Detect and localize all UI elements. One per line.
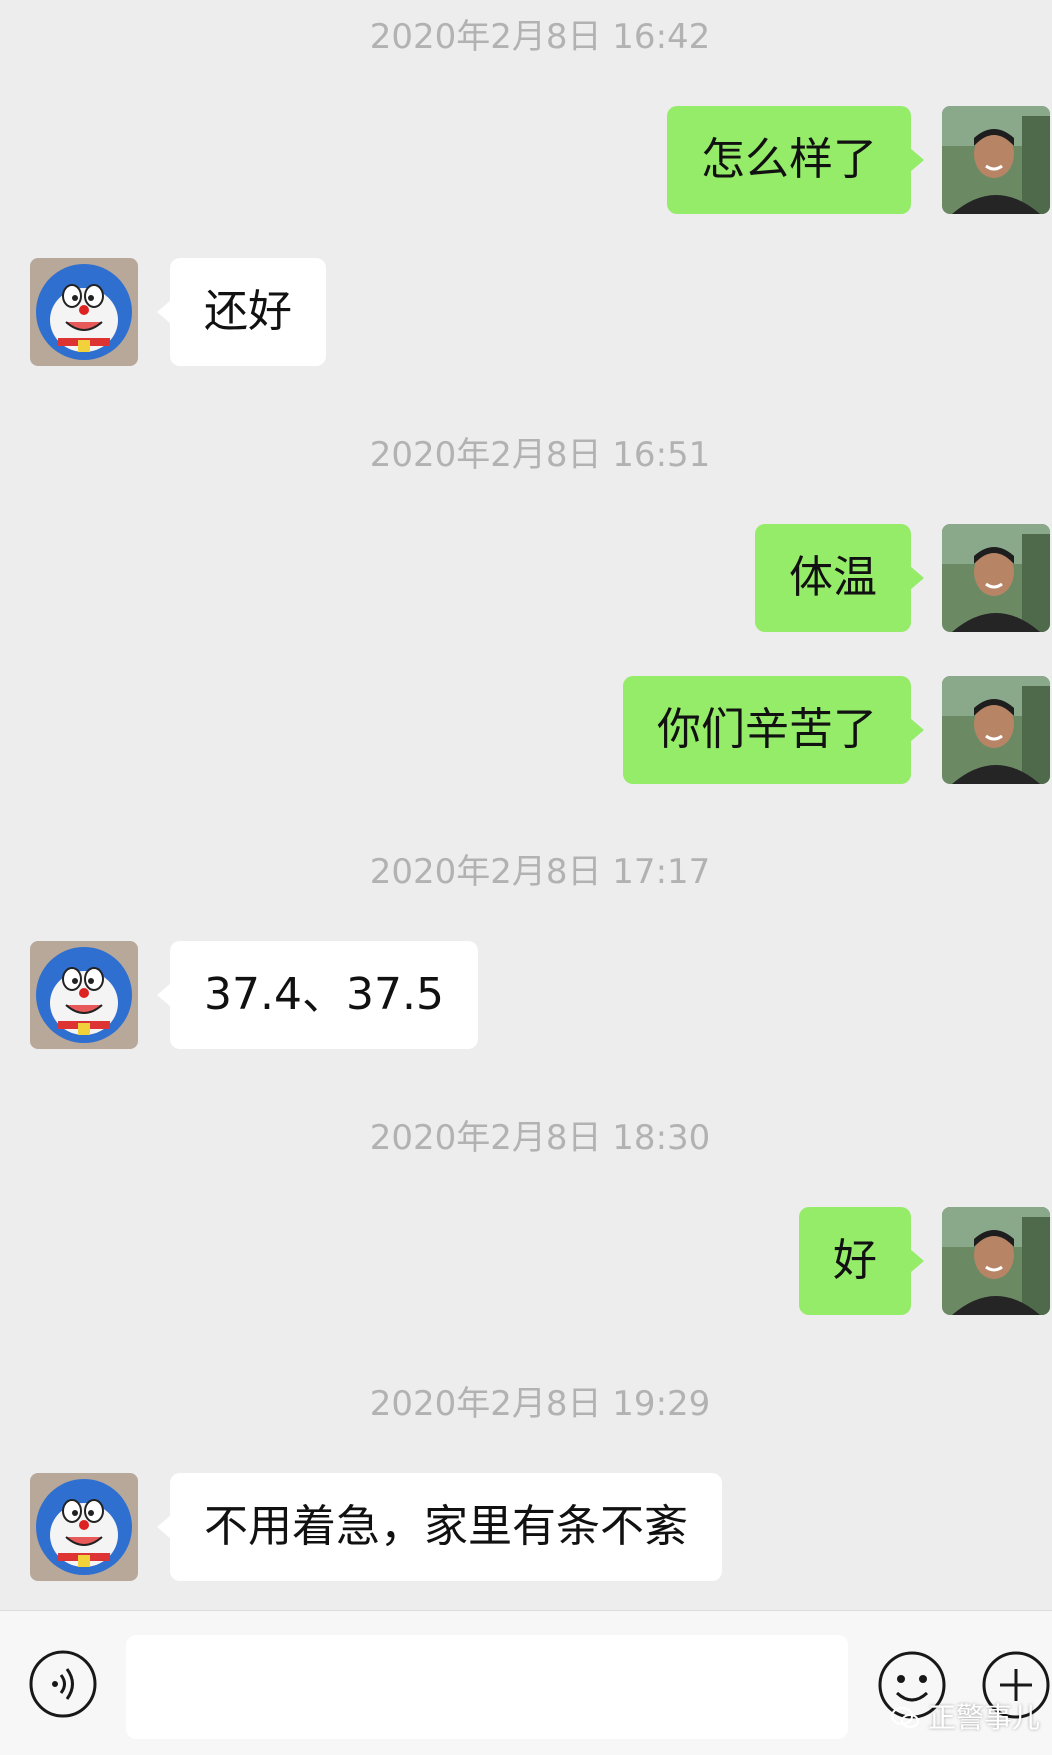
avatar-self[interactable] [942, 524, 1050, 632]
wechat-icon [890, 1707, 919, 1728]
message-outgoing: 好 [0, 1207, 1052, 1315]
voice-icon [29, 1650, 97, 1718]
timestamp: 2020年2月8日 17:17 [369, 852, 711, 892]
message-outgoing: 怎么样了 [0, 106, 1052, 214]
message-outgoing: 体温 [0, 524, 1052, 632]
message-bubble[interactable]: 怎么样了 [667, 106, 924, 214]
message-incoming: 不用着急，家里有条不紊 [0, 1473, 1052, 1581]
message-incoming: 还好 [0, 258, 1052, 366]
timestamp: 2020年2月8日 19:29 [369, 1384, 711, 1424]
voice-button[interactable] [28, 1649, 98, 1719]
message-bubble[interactable]: 还好 [157, 258, 326, 366]
watermark-text: 正警事儿 [927, 1701, 1040, 1734]
timestamp: 2020年2月8日 16:51 [369, 435, 711, 475]
message-bubble[interactable]: 好 [799, 1207, 924, 1315]
message-bubble[interactable]: 体温 [755, 524, 924, 632]
avatar-contact[interactable] [30, 1473, 138, 1581]
message-bubble[interactable]: 你们辛苦了 [623, 676, 924, 784]
avatar-self[interactable] [942, 106, 1050, 214]
chat-message-list: 2020年2月8日 16:42 怎么样了 还好 2020年2月8日 16:51 … [0, 0, 1052, 1610]
avatar-contact[interactable] [30, 258, 138, 366]
message-input[interactable] [126, 1635, 848, 1739]
avatar-contact[interactable] [30, 941, 138, 1049]
watermark: 正警事儿 [890, 1700, 1040, 1736]
timestamp: 2020年2月8日 16:42 [369, 17, 711, 57]
message-bubble[interactable]: 37.4、37.5 [157, 941, 478, 1049]
avatar-self[interactable] [942, 676, 1050, 784]
message-outgoing: 你们辛苦了 [0, 676, 1052, 784]
timestamp: 2020年2月8日 18:30 [369, 1118, 711, 1158]
message-bubble[interactable]: 不用着急，家里有条不紊 [157, 1473, 722, 1581]
avatar-self[interactable] [942, 1207, 1050, 1315]
message-incoming: 37.4、37.5 [0, 941, 1052, 1049]
